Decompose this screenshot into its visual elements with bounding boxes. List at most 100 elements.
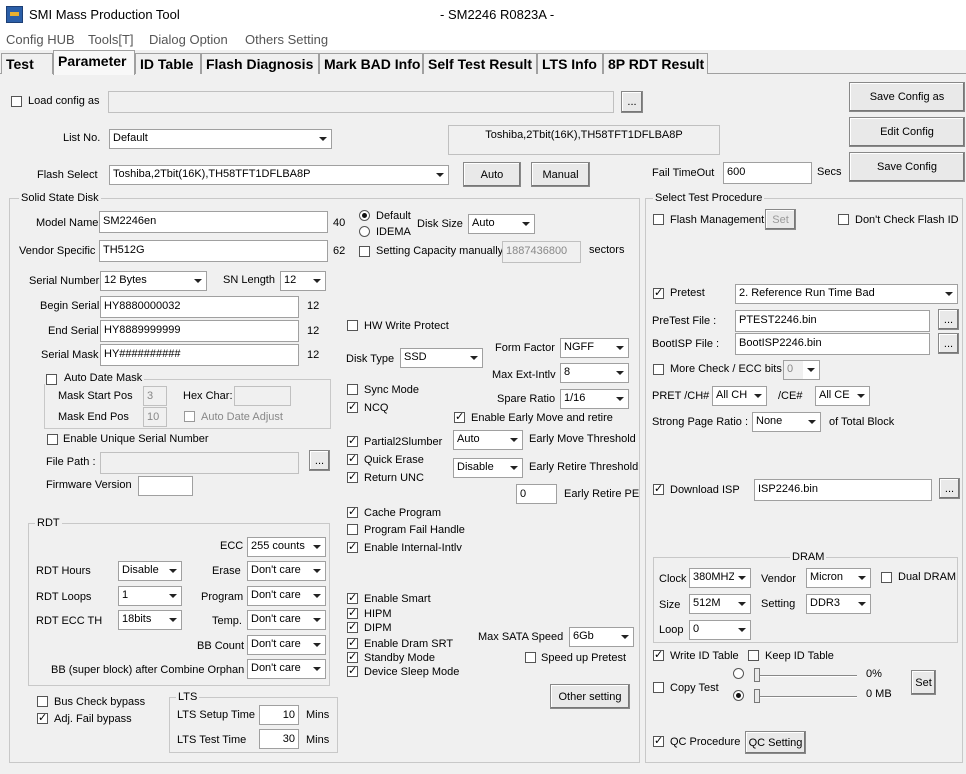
rdt-bb-super-select[interactable]: Don't care bbox=[247, 659, 326, 679]
early-retire-pe-input[interactable]: 0 bbox=[516, 484, 557, 504]
hex-char-input[interactable] bbox=[234, 386, 291, 406]
copy-test-percent-slider[interactable] bbox=[755, 675, 857, 677]
enable-unique-serial-checkbox[interactable] bbox=[47, 434, 58, 445]
internal-intlv-checkbox[interactable] bbox=[347, 540, 358, 553]
more-check-checkbox[interactable] bbox=[653, 364, 664, 375]
load-config-input[interactable] bbox=[108, 91, 614, 113]
edit-config-button[interactable]: Edit Config bbox=[849, 117, 965, 147]
menu-others-setting[interactable]: Others Setting bbox=[245, 32, 328, 47]
mask-end-pos-input[interactable]: 10 bbox=[143, 407, 167, 427]
vendor-specific-input[interactable]: TH512G bbox=[99, 240, 328, 262]
copy-test-mb-slider[interactable] bbox=[755, 696, 857, 698]
menu-tools[interactable]: Tools[T] bbox=[88, 32, 134, 47]
early-move-checkbox[interactable] bbox=[454, 410, 465, 423]
isp-file-browse-button[interactable]: ... bbox=[939, 478, 960, 499]
copy-test-mb-radio[interactable] bbox=[733, 690, 744, 701]
rdt-temp-select[interactable]: Don't care bbox=[247, 610, 326, 630]
sn-length-select[interactable]: 12 bbox=[280, 271, 326, 291]
bootisp-file-browse-button[interactable]: ... bbox=[938, 333, 959, 354]
ncq-checkbox[interactable] bbox=[347, 400, 358, 413]
adj-fail-bypass-checkbox[interactable] bbox=[37, 711, 48, 724]
dual-dram-checkbox[interactable] bbox=[881, 572, 892, 583]
other-setting-button[interactable]: Other setting bbox=[550, 684, 630, 709]
more-check-select[interactable]: 0 bbox=[783, 360, 820, 380]
strong-page-ratio-select[interactable]: None bbox=[752, 412, 821, 432]
enable-smart-checkbox[interactable] bbox=[347, 591, 358, 604]
cache-program-checkbox[interactable] bbox=[347, 505, 358, 518]
program-fail-handle-checkbox[interactable] bbox=[347, 524, 358, 535]
copy-test-set-button[interactable]: Set bbox=[911, 670, 936, 695]
flash-management-checkbox[interactable] bbox=[653, 214, 664, 225]
copy-test-percent-slider-thumb[interactable] bbox=[754, 668, 760, 682]
rdt-bb-count-select[interactable]: Don't care bbox=[247, 635, 326, 655]
write-id-table-checkbox[interactable] bbox=[653, 648, 664, 661]
dram-setting-select[interactable]: DDR3 bbox=[806, 594, 871, 614]
dram-loop-select[interactable]: 0 bbox=[689, 620, 751, 640]
pret-ch-select[interactable]: All CH bbox=[712, 386, 767, 406]
begin-serial-input[interactable]: HY8880000032 bbox=[100, 296, 299, 318]
device-sleep-mode-checkbox[interactable] bbox=[347, 664, 358, 677]
tab-test[interactable]: Test bbox=[1, 53, 53, 74]
idema-radio[interactable] bbox=[359, 226, 370, 237]
auto-date-mask-checkbox[interactable] bbox=[46, 374, 57, 385]
tab-lts-info[interactable]: LTS Info bbox=[537, 53, 603, 74]
default-radio[interactable] bbox=[359, 210, 370, 221]
list-no-select[interactable]: Default bbox=[109, 129, 332, 149]
ce-select[interactable]: All CE bbox=[815, 386, 870, 406]
tab-self-test-result[interactable]: Self Test Result bbox=[423, 53, 537, 74]
rdt-program-select[interactable]: Don't care bbox=[247, 586, 326, 606]
rdt-loops-select[interactable]: 1 bbox=[118, 586, 182, 606]
dipm-checkbox[interactable] bbox=[347, 620, 358, 633]
copy-test-mb-slider-thumb[interactable] bbox=[754, 689, 760, 703]
pretest-select[interactable]: 2. Reference Run Time Bad bbox=[735, 284, 958, 304]
tab-8p-rdt-result[interactable]: 8P RDT Result bbox=[603, 53, 708, 74]
spare-ratio-select[interactable]: 1/16 bbox=[560, 389, 629, 409]
early-move-threshold-select[interactable]: Auto bbox=[453, 430, 523, 450]
tab-flash-diagnosis[interactable]: Flash Diagnosis bbox=[201, 53, 319, 74]
menu-config-hub[interactable]: Config HUB bbox=[6, 32, 75, 47]
disk-type-select[interactable]: SSD bbox=[400, 348, 483, 368]
copy-test-checkbox[interactable] bbox=[653, 682, 664, 693]
auto-date-adjust-checkbox[interactable] bbox=[184, 411, 195, 422]
bus-check-bypass-checkbox[interactable] bbox=[37, 696, 48, 707]
rdt-hours-select[interactable]: Disable bbox=[118, 561, 182, 581]
max-sata-speed-select[interactable]: 6Gb bbox=[569, 627, 634, 647]
model-name-input[interactable]: SM2246en bbox=[99, 211, 328, 233]
form-factor-select[interactable]: NGFF bbox=[560, 338, 629, 358]
keep-id-table-checkbox[interactable] bbox=[748, 650, 759, 661]
max-ext-intlv-select[interactable]: 8 bbox=[560, 363, 629, 383]
bootisp-file-input[interactable]: BootISP2246.bin bbox=[735, 333, 930, 355]
serial-mask-input[interactable]: HY########## bbox=[100, 344, 299, 366]
tab-parameter[interactable]: Parameter bbox=[53, 50, 135, 75]
disk-size-select[interactable]: Auto bbox=[468, 214, 535, 234]
flash-management-set-button[interactable]: Set bbox=[765, 209, 796, 230]
copy-test-percent-radio[interactable] bbox=[733, 668, 744, 679]
partial2slumber-checkbox[interactable] bbox=[347, 434, 358, 447]
dram-vendor-select[interactable]: Micron bbox=[806, 568, 871, 588]
save-config-as-button[interactable]: Save Config as bbox=[849, 82, 965, 112]
file-path-browse-button[interactable]: ... bbox=[309, 450, 330, 471]
qc-setting-button[interactable]: QC Setting bbox=[745, 731, 806, 754]
flash-select[interactable]: Toshiba,2Tbit(16K),TH58TFT1DFLBA8P bbox=[109, 165, 449, 185]
qc-procedure-checkbox[interactable] bbox=[653, 734, 664, 747]
quick-erase-checkbox[interactable] bbox=[347, 452, 358, 465]
dram-clock-select[interactable]: 380MHZ bbox=[689, 568, 751, 588]
dram-size-select[interactable]: 512M bbox=[689, 594, 751, 614]
auto-button[interactable]: Auto bbox=[463, 162, 521, 187]
isp-file-input[interactable]: ISP2246.bin bbox=[754, 479, 932, 501]
mask-start-pos-input[interactable]: 3 bbox=[143, 386, 167, 406]
pretest-checkbox[interactable] bbox=[653, 286, 664, 299]
load-config-browse-button[interactable]: ... bbox=[621, 91, 643, 113]
speed-up-pretest-checkbox[interactable] bbox=[525, 652, 536, 663]
menu-dialog-option[interactable]: Dialog Option bbox=[149, 32, 228, 47]
hw-write-protect-checkbox[interactable] bbox=[347, 320, 358, 331]
rdt-ecc-th-select[interactable]: 18bits bbox=[118, 610, 182, 630]
pretest-file-input[interactable]: PTEST2246.bin bbox=[735, 310, 930, 332]
dont-check-flash-id-checkbox[interactable] bbox=[838, 214, 849, 225]
save-config-button[interactable]: Save Config bbox=[849, 152, 965, 182]
file-path-input[interactable] bbox=[100, 452, 299, 474]
rdt-erase-select[interactable]: Don't care bbox=[247, 561, 326, 581]
download-isp-checkbox[interactable] bbox=[653, 482, 664, 495]
return-unc-checkbox[interactable] bbox=[347, 470, 358, 483]
fail-timeout-input[interactable]: 600 bbox=[723, 162, 812, 184]
